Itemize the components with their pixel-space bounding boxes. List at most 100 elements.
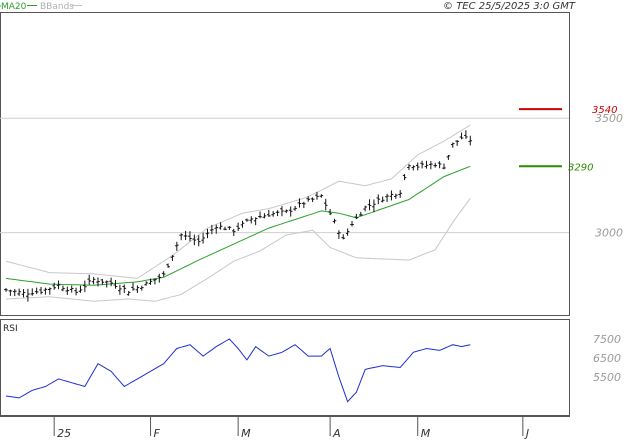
ohlc-bar: [459, 132, 464, 140]
rsi-tick-label: 6500: [593, 352, 621, 365]
ohlc-bar: [341, 234, 346, 240]
price-bars: [4, 130, 473, 302]
ohlc-bar: [91, 276, 96, 285]
legend: MA20 BBands © TEC 25/5/2025 3:0 GMT: [0, 1, 576, 12]
price-tick-label: 3000: [595, 227, 623, 240]
ohlc-bar: [302, 201, 306, 208]
ohlc-bar: [65, 286, 70, 295]
date-axis-labels: 25 F M A M J: [53, 416, 529, 440]
ohlc-bar: [245, 218, 249, 222]
ohlc-bar: [280, 206, 284, 217]
ohlc-bar: [442, 163, 446, 170]
ohlc-bar: [144, 281, 148, 286]
stock-chart-widget: MA20 BBands © TEC 25/5/2025 3:0 GMT 3540…: [0, 0, 627, 440]
ohlc-bar: [464, 130, 468, 139]
support-level-label: 3290: [568, 162, 593, 173]
rsi-tick-label: 5500: [593, 371, 621, 384]
ohlc-bar: [161, 271, 166, 277]
date-tick-label: M: [421, 427, 431, 440]
legend-ma20: MA20: [1, 2, 27, 12]
ohlc-bar: [468, 135, 473, 146]
ohlc-bar: [227, 226, 232, 231]
ohlc-bar: [126, 291, 131, 296]
rsi-line: [5, 338, 471, 403]
ohlc-bar: [363, 205, 367, 212]
ohlc-bar: [83, 280, 87, 293]
ohlc-bar: [122, 284, 127, 294]
ohlc-bar: [236, 222, 240, 232]
ohlc-bar: [179, 233, 183, 241]
ohlc-bar: [201, 232, 205, 244]
ohlc-bar: [196, 235, 201, 247]
legend-bbands: BBands: [40, 2, 74, 12]
date-tick-label: 25: [57, 427, 71, 440]
ohlc-bar: [253, 217, 258, 226]
ohlc-bar: [139, 285, 144, 291]
price-tick-label: 3500: [595, 112, 623, 125]
ohlc-bar: [100, 278, 105, 285]
ohlc-bar: [109, 277, 113, 287]
bollinger-bands: [5, 124, 471, 302]
ohlc-bar: [354, 213, 359, 220]
ohlc-bar: [262, 213, 267, 219]
ohlc-bar: [385, 193, 389, 202]
ohlc-bar: [332, 218, 337, 224]
ohlc-bar: [429, 161, 433, 170]
price-panel-frame: [0, 12, 570, 316]
ohlc-bar: [12, 288, 17, 297]
ohlc-bar: [113, 280, 118, 289]
ohlc-bar: [288, 206, 293, 217]
ohlc-bar: [389, 190, 394, 201]
ohlc-bar: [39, 286, 43, 295]
ohlc-bar: [166, 263, 170, 268]
ohlc-bar: [402, 174, 407, 181]
ohlc-bar: [394, 193, 398, 199]
ohlc-bar: [249, 216, 254, 224]
ohlc-bar: [433, 162, 438, 168]
date-tick-label: A: [332, 427, 341, 440]
date-tick-label: F: [154, 427, 161, 440]
ohlc-bar: [8, 289, 13, 296]
ohlc-bar: [337, 230, 341, 239]
ohlc-bar: [87, 274, 92, 285]
ohlc-bar: [323, 198, 328, 211]
ohlc-bar: [48, 287, 52, 295]
ohlc-bar: [34, 287, 39, 295]
rsi-panel-frame: [0, 319, 570, 416]
ohlc-bar: [437, 161, 442, 169]
frames: [0, 12, 570, 417]
copyright-text: © TEC 25/5/2025 3:0 GMT: [443, 1, 576, 12]
ohlc-bar: [43, 287, 48, 295]
ohlc-bar: [345, 228, 350, 236]
ohlc-bar: [223, 226, 227, 231]
ohlc-bar: [258, 211, 262, 219]
date-tick-label: J: [524, 427, 529, 440]
ohlc-bar: [407, 164, 411, 170]
ohlc-bar: [372, 199, 376, 213]
ohlc-bar: [450, 142, 455, 148]
ohlc-bar: [284, 209, 289, 214]
ohlc-bar: [118, 284, 122, 295]
ohlc-bar: [69, 285, 74, 293]
ohlc-bar: [275, 210, 280, 217]
ohlc-bar: [30, 288, 35, 296]
ohlc-bar: [56, 280, 61, 290]
ohlc-bar: [131, 282, 135, 291]
ohlc-bar: [398, 190, 402, 198]
ohlc-bar: [205, 228, 210, 239]
ohlc-bar: [367, 199, 372, 211]
ohlc-bar: [26, 288, 30, 302]
price-axis-labels: 3000 3500: [595, 112, 623, 239]
ohlc-bar: [21, 289, 26, 298]
rsi-axis-labels: 7500 6500 5500: [593, 333, 621, 384]
ohlc-bar: [153, 278, 157, 285]
ohlc-bar: [61, 285, 65, 292]
ohlc-bar: [240, 220, 245, 228]
rsi-title: RSI: [3, 324, 18, 334]
ohlc-bar: [310, 197, 315, 202]
ohlc-bar: [358, 211, 363, 216]
ohlc-bar: [446, 154, 451, 160]
ohlc-bar: [319, 194, 324, 198]
ohlc-bar: [350, 220, 354, 227]
chart-canvas: MA20 BBands © TEC 25/5/2025 3:0 GMT 3540…: [0, 1, 623, 440]
